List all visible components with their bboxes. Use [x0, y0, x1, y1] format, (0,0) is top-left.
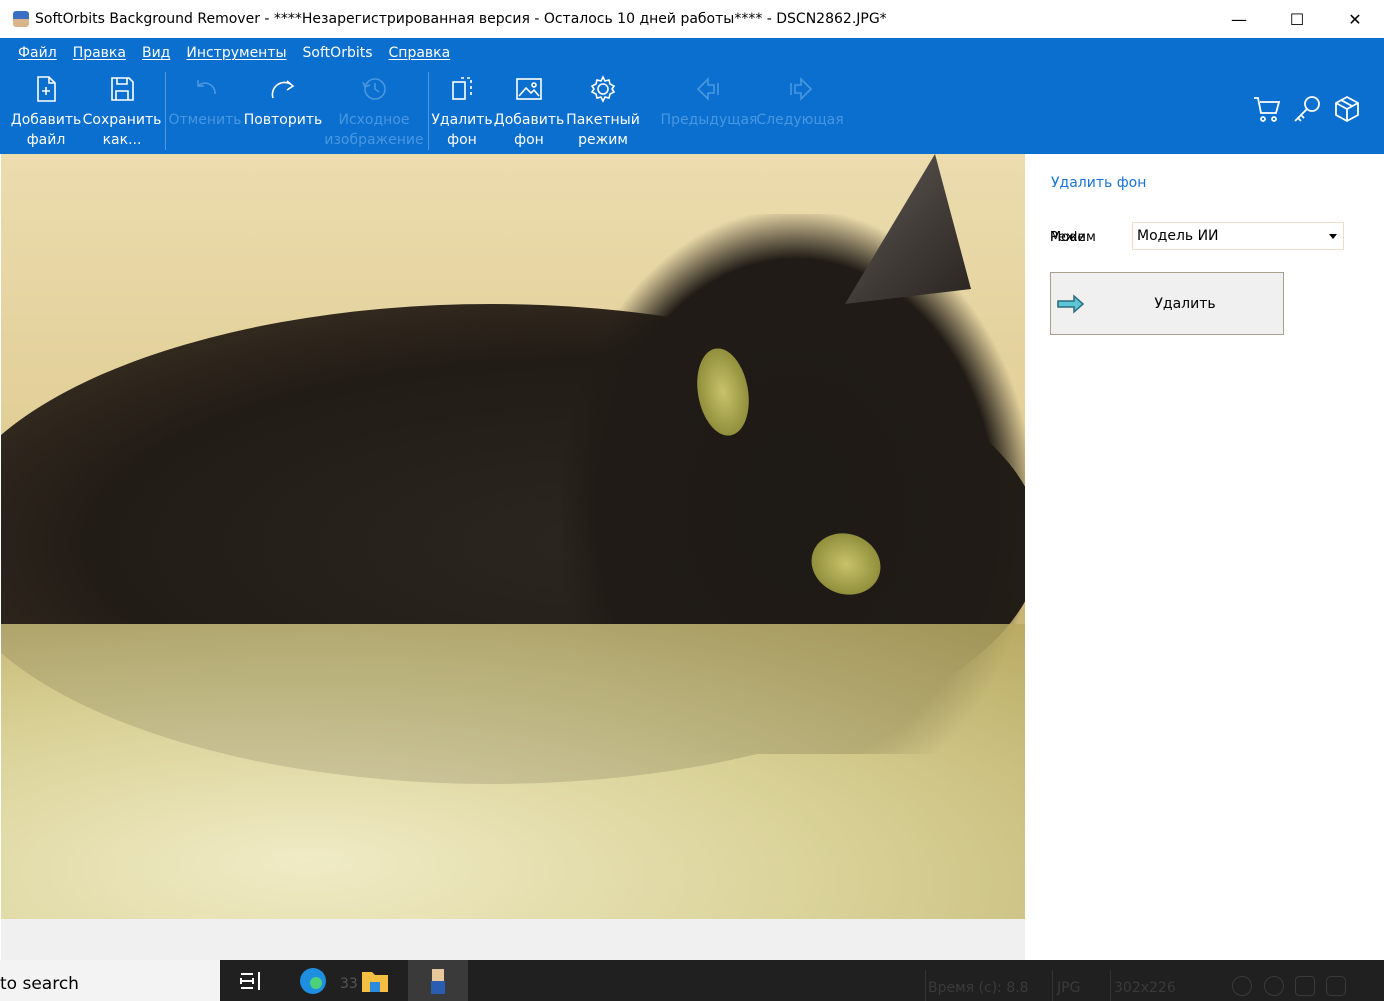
add-background-button[interactable]: Добавить фон [494, 68, 564, 154]
toolbar-separator [428, 72, 429, 150]
remove-background-button[interactable]: Удалить фон [431, 68, 493, 154]
status-separator [1110, 970, 1111, 1001]
facebook-icon[interactable] [1264, 976, 1284, 996]
image-icon [516, 78, 542, 100]
chevron-down-icon [1329, 234, 1337, 243]
app-icon [13, 11, 29, 27]
status-separator [1052, 970, 1053, 1001]
status-time: Время (с): 8.8 [928, 980, 1029, 996]
status-size: 302x226 [1114, 980, 1176, 996]
status-separator [925, 970, 926, 1001]
menu-view[interactable]: Вид [142, 45, 170, 61]
menu-bar: Файл Правка Вид Инструменты SoftOrbits С… [0, 38, 1384, 68]
title-bar: SoftOrbits Background Remover - ****Неза… [0, 0, 1384, 38]
redo-icon [271, 80, 295, 99]
key-icon[interactable] [1292, 94, 1322, 124]
cart-icon[interactable] [1252, 94, 1282, 124]
undo-button[interactable]: Отменить [169, 68, 242, 154]
minimize-button[interactable]: — [1210, 0, 1268, 38]
menu-file[interactable]: Файл [18, 45, 57, 61]
canvas-footer [1, 919, 1025, 960]
taskbar-search[interactable]: to search [0, 960, 220, 1001]
menu-edit[interactable]: Правка [73, 45, 126, 61]
toolbar: Добавить файл Сохранить как... Отменить По… [0, 68, 1384, 154]
menu-tools[interactable]: Инструменты [186, 45, 286, 61]
edge-icon[interactable] [298, 966, 328, 996]
remove-background-icon [452, 77, 472, 100]
badge: 33 [340, 976, 358, 992]
arrow-left-icon [696, 77, 719, 101]
remove-button[interactable]: Удалить [1050, 272, 1284, 335]
original-image-button[interactable]: Исходное изображение [324, 68, 424, 154]
undo-icon [197, 80, 216, 95]
next-button[interactable]: Следующая [756, 68, 844, 154]
history-icon [362, 78, 386, 100]
mode-select[interactable]: Модель ИИ [1132, 222, 1344, 250]
image-canvas[interactable] [1, 154, 1025, 919]
twitter-icon[interactable] [1295, 976, 1315, 996]
save-icon [111, 77, 134, 101]
status-format: JPG [1057, 980, 1081, 996]
task-view-icon[interactable] [237, 966, 267, 996]
gear-icon [590, 75, 616, 103]
previous-button[interactable]: Предыдущая [661, 68, 757, 154]
menu-help[interactable]: Справка [389, 45, 451, 61]
toolbar-separator [165, 72, 166, 150]
arrow-right-icon [790, 77, 813, 101]
menu-softorbits[interactable]: SoftOrbits [303, 45, 373, 61]
window-title: SoftOrbits Background Remover - ****Неза… [35, 11, 887, 27]
maximize-button[interactable]: ☐ [1268, 0, 1326, 38]
taskbar: to search 33 Время (с): 8.8 JPG 302x226 [0, 960, 1384, 1001]
youtube-icon[interactable] [1326, 976, 1346, 996]
batch-mode-button[interactable]: Пакетный режим [566, 68, 640, 154]
panel-title: Удалить фон [1051, 175, 1147, 191]
side-panel: Удалить фон Режим Mode Модель ИИ Удалить [1025, 154, 1384, 960]
background-remover-icon [431, 969, 445, 994]
add-file-button[interactable]: Добавить файл [10, 68, 82, 154]
add-file-icon [37, 76, 56, 102]
redo-button[interactable]: Повторить [244, 68, 322, 154]
close-button[interactable]: ✕ [1326, 0, 1384, 38]
taskbar-app-active[interactable] [408, 960, 468, 1001]
package-icon[interactable] [1332, 94, 1362, 124]
carpet [1, 624, 1025, 919]
info-icon[interactable] [1232, 976, 1252, 996]
save-as-button[interactable]: Сохранить как... [83, 68, 161, 154]
file-explorer-icon[interactable] [360, 966, 390, 996]
